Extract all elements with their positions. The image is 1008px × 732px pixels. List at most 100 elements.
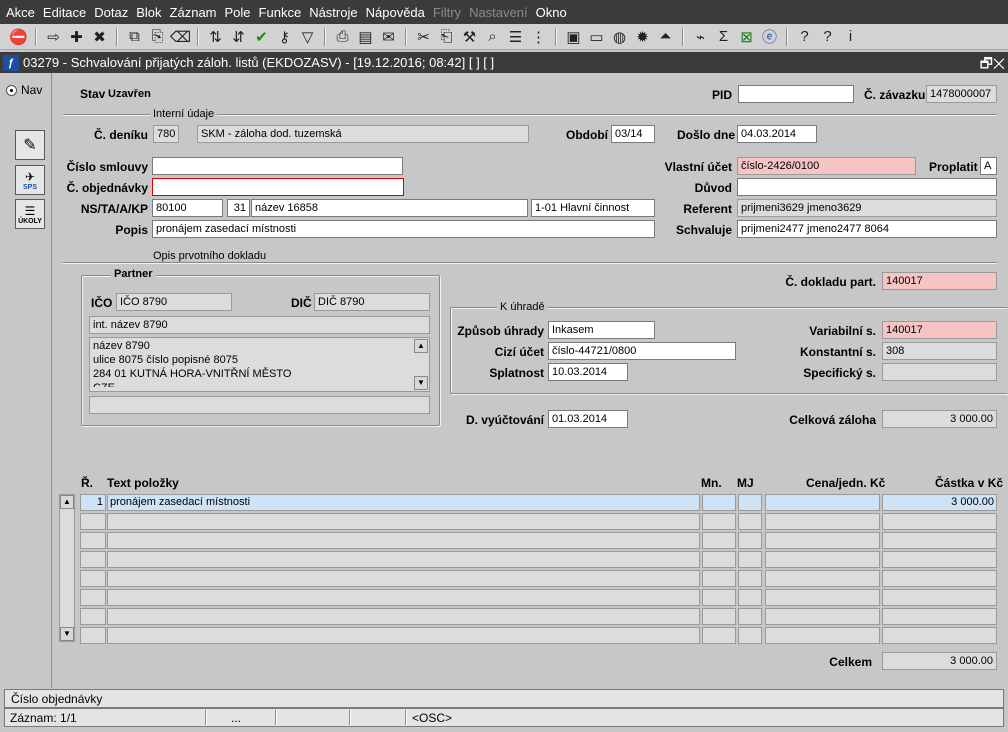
- partner-extra-field[interactable]: [89, 396, 430, 414]
- scroll-up-icon[interactable]: ▲: [414, 339, 428, 353]
- grid-cell-cena[interactable]: [765, 570, 880, 587]
- grid-cell-mn[interactable]: [702, 627, 736, 644]
- grid-cell-cena[interactable]: [765, 551, 880, 568]
- referent-field[interactable]: prijmeni3629 jmeno3629: [737, 199, 997, 217]
- vlastni-ucet-field[interactable]: číslo-2426/0100: [737, 157, 916, 175]
- globe-icon[interactable]: ◍: [609, 27, 630, 47]
- duplicate-icon[interactable]: ⧉: [124, 27, 145, 47]
- notes-icon[interactable]: ▭: [586, 27, 607, 47]
- attach-button[interactable]: ✎: [15, 130, 45, 160]
- schvaluje-field[interactable]: prijmeni2477 jmeno2477 8064: [737, 220, 997, 238]
- popis-field[interactable]: pronájem zasedací místnosti: [152, 220, 655, 238]
- celkem-field[interactable]: 3 000.00: [882, 652, 997, 670]
- grid-cell-castka[interactable]: [882, 532, 997, 549]
- grid-cell-mn[interactable]: [702, 589, 736, 606]
- menu-pole[interactable]: Pole: [223, 5, 257, 20]
- address-field[interactable]: název 8790 ulice 8075 číslo popisné 8075…: [89, 337, 430, 392]
- ico-field[interactable]: IČO 8790: [116, 293, 232, 311]
- grid-cell-r[interactable]: [80, 551, 106, 568]
- grid-cell-castka[interactable]: [882, 627, 997, 644]
- denik-code-field[interactable]: 780: [153, 125, 179, 143]
- duvod-field[interactable]: [737, 178, 997, 196]
- menu-funkce[interactable]: Funkce: [257, 5, 308, 20]
- menu-editace[interactable]: Editace: [41, 5, 92, 20]
- grid-cell-mj[interactable]: [738, 532, 762, 549]
- grid-cell-mj[interactable]: [738, 589, 762, 606]
- grid-cell-cena[interactable]: [765, 494, 880, 511]
- ta-field[interactable]: 31: [227, 199, 250, 217]
- grid-cell-r[interactable]: 1: [80, 494, 106, 511]
- grid-cell-text[interactable]: [107, 532, 700, 549]
- filter-icon[interactable]: ▽: [297, 27, 318, 47]
- stats-icon[interactable]: ⌁: [690, 27, 711, 47]
- zavazek-field[interactable]: 1478000007: [926, 85, 997, 103]
- grid-cell-text[interactable]: [107, 608, 700, 625]
- grid-cell-castka[interactable]: [882, 570, 997, 587]
- dic-field[interactable]: DIČ 8790: [314, 293, 430, 311]
- search-icon[interactable]: ⌕: [482, 27, 503, 47]
- key-icon[interactable]: ⚷: [274, 27, 295, 47]
- documents-icon[interactable]: ▣: [563, 27, 584, 47]
- obdobi-field[interactable]: 03/14: [611, 125, 655, 143]
- grid-cell-cena[interactable]: [765, 513, 880, 530]
- grid-cell-text[interactable]: pronájem zasedací místnosti: [107, 494, 700, 511]
- doslo-field[interactable]: 04.03.2014: [737, 125, 817, 143]
- grid-cell-mj[interactable]: [738, 551, 762, 568]
- grid-cell-r[interactable]: [80, 608, 106, 625]
- menu-nastroje[interactable]: Nástroje: [307, 5, 363, 20]
- grid-cell-r[interactable]: [80, 589, 106, 606]
- settings-icon[interactable]: ✹: [632, 27, 653, 47]
- grid-cell-mj[interactable]: [738, 494, 762, 511]
- smlouva-field[interactable]: [152, 157, 403, 175]
- cizi-ucet-field[interactable]: číslo-44721/0800: [548, 342, 736, 360]
- list-icon[interactable]: ☰: [505, 27, 526, 47]
- objednavka-field[interactable]: [152, 178, 404, 196]
- ie-icon[interactable]: ⓔ: [759, 27, 780, 47]
- grid-cell-castka[interactable]: 3 000.00: [882, 494, 997, 511]
- ukoly-button[interactable]: ☰ ÚKOLY: [15, 199, 45, 229]
- signal-icon[interactable]: ⏶: [655, 27, 676, 47]
- grid-cell-cena[interactable]: [765, 627, 880, 644]
- menu-okno[interactable]: Okno: [534, 5, 573, 20]
- grid-cell-mn[interactable]: [702, 532, 736, 549]
- print-icon[interactable]: ⎙: [332, 27, 353, 47]
- grid-cell-text[interactable]: [107, 570, 700, 587]
- excel-icon[interactable]: ⊠: [736, 27, 757, 47]
- menu-napoveda[interactable]: Nápověda: [364, 5, 431, 20]
- check-icon[interactable]: ✔: [251, 27, 272, 47]
- menu-akce[interactable]: Akce: [4, 5, 41, 20]
- tools-icon[interactable]: ⚒: [459, 27, 480, 47]
- clear-icon[interactable]: ⌫: [170, 27, 191, 47]
- scroll-up-icon[interactable]: ▲: [60, 495, 74, 509]
- cut-icon[interactable]: ✂: [413, 27, 434, 47]
- grid-cell-castka[interactable]: [882, 551, 997, 568]
- a-field[interactable]: název 16858: [251, 199, 528, 217]
- grid-cell-cena[interactable]: [765, 532, 880, 549]
- ns-field[interactable]: 80100: [152, 199, 223, 217]
- menu-zaznam[interactable]: Záznam: [168, 5, 223, 20]
- grid-cell-mj[interactable]: [738, 513, 762, 530]
- exit-icon[interactable]: ⛔: [8, 27, 29, 47]
- scroll-down-icon[interactable]: ▼: [60, 627, 74, 641]
- grid-cell-r[interactable]: [80, 570, 106, 587]
- zpusob-field[interactable]: Inkasem: [548, 321, 655, 339]
- int-nazev-field[interactable]: int. název 8790: [89, 316, 430, 334]
- grid-cell-mj[interactable]: [738, 627, 762, 644]
- vyuctovani-field[interactable]: 01.03.2014: [548, 410, 628, 428]
- grid-cell-cena[interactable]: [765, 589, 880, 606]
- window-controls[interactable]: 🗗✕: [980, 53, 1005, 77]
- grid-cell-mj[interactable]: [738, 570, 762, 587]
- proplatit-field[interactable]: A: [980, 157, 997, 175]
- ss-field[interactable]: [882, 363, 997, 381]
- grid-cell-mj[interactable]: [738, 608, 762, 625]
- grid-scrollbar[interactable]: [59, 494, 75, 642]
- insert-record-icon[interactable]: ⇨: [43, 27, 64, 47]
- grid-cell-text[interactable]: [107, 513, 700, 530]
- grid-cell-mn[interactable]: [702, 494, 736, 511]
- nav-radio[interactable]: Nav: [6, 83, 42, 97]
- menu-dotaz[interactable]: Dotaz: [92, 5, 134, 20]
- doklad-part-field[interactable]: 140017: [882, 272, 997, 290]
- grid-cell-r[interactable]: [80, 532, 106, 549]
- sps-button[interactable]: ✈ SPS: [15, 165, 45, 195]
- help-icon[interactable]: ?: [794, 27, 815, 47]
